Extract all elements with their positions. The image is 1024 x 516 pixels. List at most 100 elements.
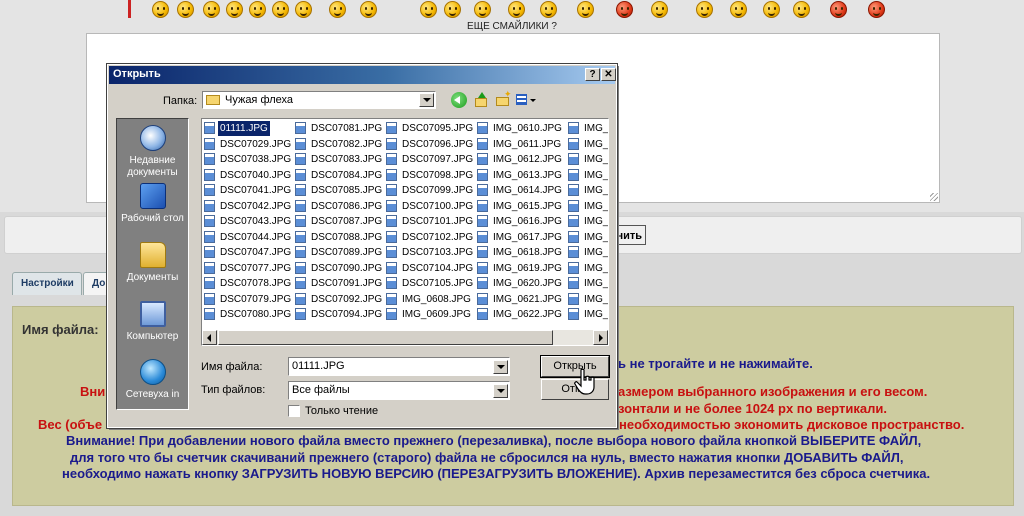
close-button[interactable]: ✕ [601,68,616,81]
more-smilies-link[interactable]: ЕЩЕ СМАЙЛИКИ ? [0,21,1024,32]
file-name: DSC07043.JPG [220,216,292,227]
smiley-icon[interactable] [295,1,312,18]
smiley-icon[interactable] [152,1,169,18]
smiley-icon[interactable] [177,1,194,18]
file-name: IMG_0616.JPG [493,216,562,227]
smiley-icon[interactable] [226,1,243,18]
image-file-icon [568,215,579,227]
smiley-icon[interactable] [272,1,289,18]
scrollbar-thumb[interactable] [218,330,553,345]
place-desktop[interactable]: Рабочий стол [117,183,188,225]
image-file-icon [204,153,215,165]
image-file-icon [295,199,306,212]
image-file-icon [386,215,397,227]
file-name: IMG_0 [584,293,609,305]
views-menu-icon[interactable] [515,92,537,108]
smiley-icon[interactable] [508,1,525,18]
scroll-right-icon[interactable] [593,330,608,345]
file-name: IMG_0614.JPG [493,185,562,196]
file-name: IMG_0622.JPG [493,309,562,320]
file-name: IMG_0612.JPG [493,154,562,165]
file-name: IMG_0 [584,185,609,196]
filename-input[interactable]: 01111.JPG [288,357,510,376]
up-folder-icon[interactable] [473,92,489,108]
smiley-icon[interactable] [420,1,437,18]
readonly-checkbox[interactable] [288,405,300,417]
file-name: DSC07088.JPG [311,231,383,243]
image-file-icon [477,261,488,274]
file-name: 01111.JPG [217,120,271,137]
image-file-icon [477,168,488,181]
toolbar-marker [128,0,131,18]
image-file-icon [386,122,397,134]
image-file-icon [568,292,579,305]
smiley-icon[interactable] [696,1,713,18]
smiley-icon[interactable] [249,1,266,18]
smiley-icon[interactable] [868,1,885,18]
image-file-icon [477,137,488,150]
save-button[interactable]: нить [614,225,646,245]
image-file-icon [295,246,306,258]
folder-select[interactable]: Чужая флеха [202,91,436,109]
smiley-icon[interactable] [444,1,461,18]
chevron-down-icon[interactable] [493,384,508,398]
folder-select-value: Чужая флеха [225,94,294,106]
tab-settings[interactable]: Настройки [12,272,82,295]
chevron-down-icon[interactable] [419,93,434,107]
smiley-icon[interactable] [203,1,220,18]
image-file-icon [386,230,397,243]
smiley-icon[interactable] [763,1,780,18]
notice-line: зонтали и не более 1024 px по вертикали. [618,401,887,416]
file-name: DSC07099.JPG [402,185,474,196]
smiley-icon[interactable] [329,1,346,18]
horizontal-scrollbar[interactable] [202,330,608,345]
smiley-icon[interactable] [651,1,668,18]
image-file-icon [386,184,397,196]
file-name: DSC07087.JPG [311,216,383,227]
image-file-icon [204,261,215,274]
smiley-icon[interactable] [793,1,810,18]
file-name: IMG_0620.JPG [493,278,562,289]
filetype-select-value: Все файлы [292,384,350,396]
place-recent-documents[interactable]: Недавние документы [117,125,188,179]
image-file-icon [204,137,215,150]
place-computer[interactable]: Компьютер [117,301,188,343]
place-network[interactable]: Сетевуха in [117,359,188,401]
smiley-icon[interactable] [577,1,594,18]
help-button[interactable]: ? [585,68,600,81]
dialog-titlebar[interactable]: Открыть ? ✕ [109,66,616,84]
file-name: DSC07090.JPG [311,262,383,274]
file-name: DSC07097.JPG [402,154,474,165]
file-name: IMG_0 [584,169,609,181]
file-name: DSC07094.JPG [311,309,383,320]
resize-grip-icon[interactable] [930,193,938,201]
new-folder-icon[interactable] [495,89,512,108]
notice-line: для того что бы счетчик скачиваний прежн… [70,450,904,465]
smiley-icon[interactable] [730,1,747,18]
readonly-label[interactable]: Только чтение [305,405,378,417]
place-documents[interactable]: Документы [117,242,188,284]
file-list[interactable]: 01111.JPG DSC07029.JPG DSC07038.JPG DSC0704… [201,118,609,346]
smiley-icon[interactable] [540,1,557,18]
file-name: DSC07044.JPG [220,231,292,243]
image-file-icon [386,261,397,274]
smiley-icon[interactable] [830,1,847,18]
file-name: IMG_0 [584,216,609,227]
smiley-icon[interactable] [474,1,491,18]
notice-line: Внимание! При добавлении нового файла вм… [66,433,922,448]
scroll-left-icon[interactable] [202,330,217,345]
back-icon[interactable] [451,92,467,108]
file-name: DSC07040.JPG [220,169,292,181]
image-file-icon [295,277,306,289]
chevron-down-icon[interactable] [493,360,508,374]
file-name: DSC07085.JPG [311,185,383,196]
image-file-icon [204,122,215,134]
image-file-icon [568,308,579,320]
smiley-icon[interactable] [616,1,633,18]
smiley-icon[interactable] [360,1,377,18]
filetype-select[interactable]: Все файлы [288,381,510,400]
image-file-icon [386,153,397,165]
image-file-icon [568,122,579,134]
image-file-icon [568,230,579,243]
image-file-icon [477,230,488,243]
